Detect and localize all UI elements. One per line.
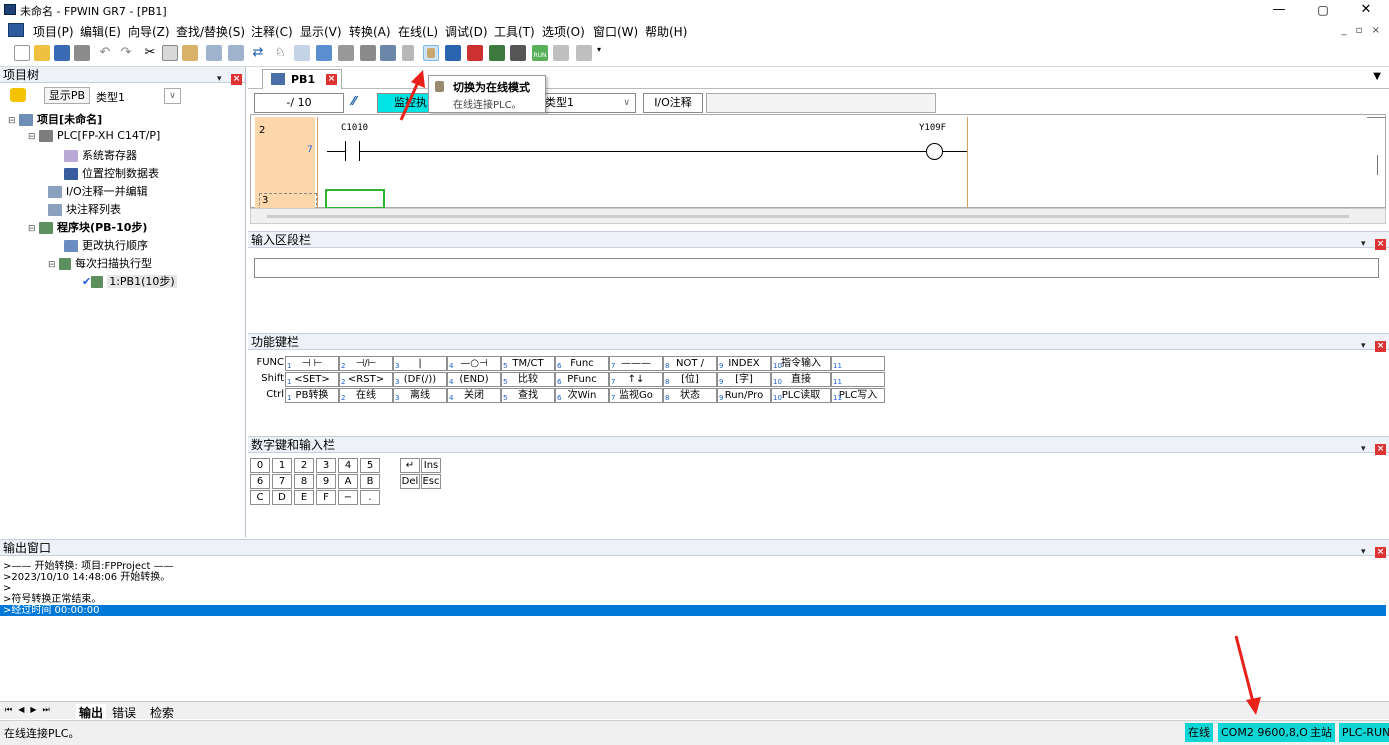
annotation-arrows [399, 70, 1261, 715]
arrow-to-online-button [399, 79, 421, 121]
arrow-to-status [1234, 635, 1255, 703]
arrow-head-2 [1246, 697, 1261, 715]
